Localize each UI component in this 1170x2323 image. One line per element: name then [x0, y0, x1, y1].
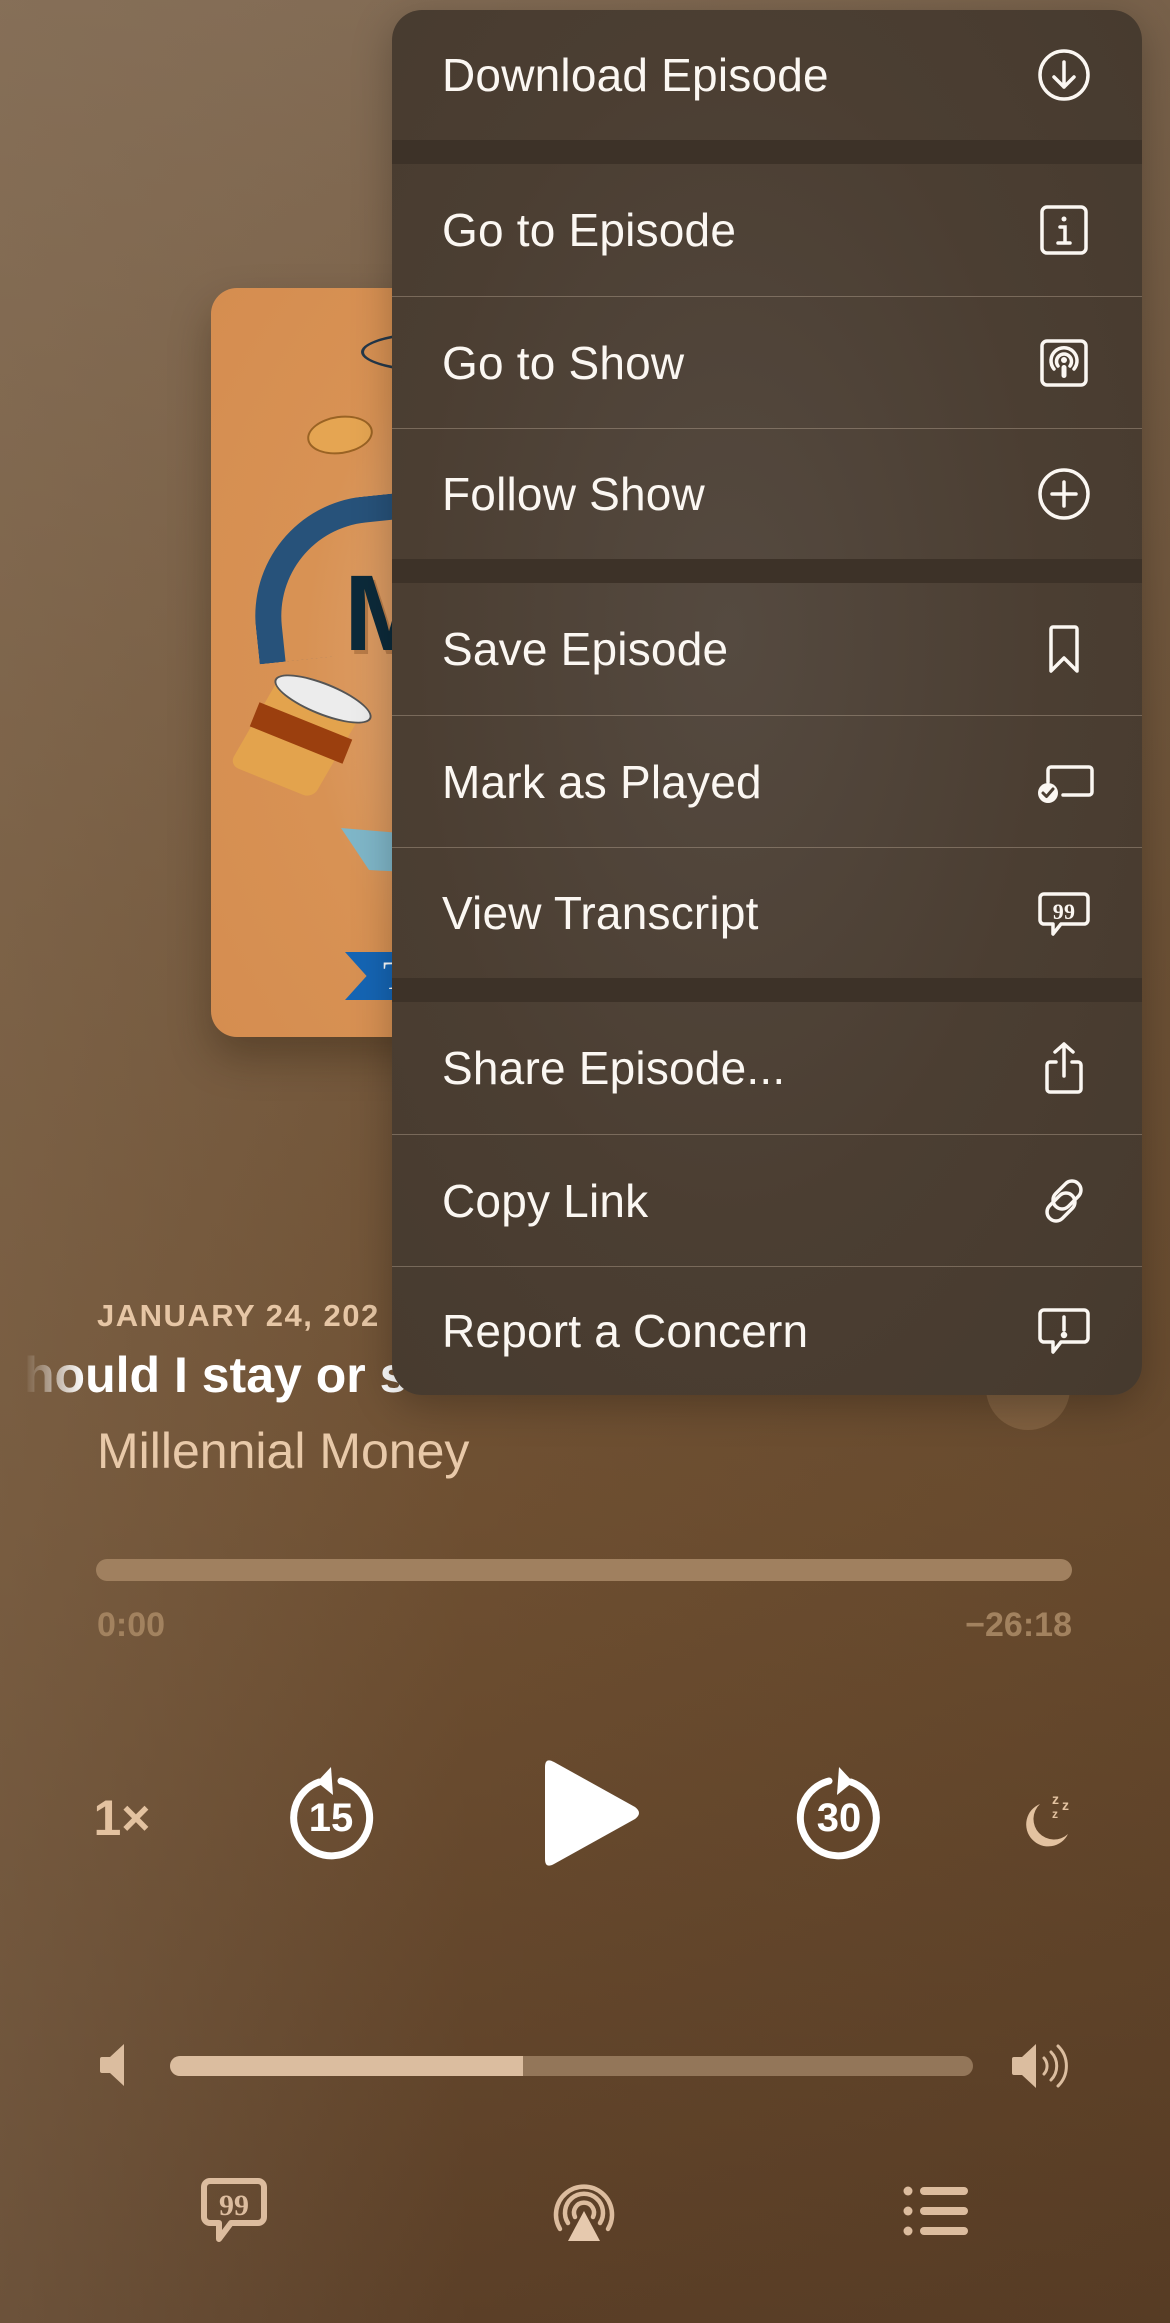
exclamation-bubble-icon — [1036, 1303, 1092, 1359]
bookmark-icon — [1036, 621, 1092, 677]
svg-text:z: z — [1052, 1807, 1058, 1821]
skip-forward-button[interactable]: 30 — [789, 1765, 889, 1865]
menu-item-go-to-episode[interactable]: Go to Episode — [392, 164, 1142, 296]
svg-text:15: 15 — [309, 1796, 354, 1840]
menu-item-copy-link[interactable]: Copy Link — [392, 1134, 1142, 1266]
svg-text:z: z — [1052, 1791, 1059, 1807]
menu-item-label: Follow Show — [442, 468, 705, 520]
volume-slider[interactable] — [170, 2056, 973, 2076]
episode-title: hould I stay or sh — [24, 1347, 420, 1403]
info-square-icon — [1036, 202, 1092, 258]
download-circle-icon — [1036, 47, 1092, 103]
quote-bubble-icon: 99 — [201, 2178, 267, 2242]
svg-text:99: 99 — [1053, 899, 1075, 924]
menu-item-label: Save Episode — [442, 623, 729, 675]
show-name-link[interactable]: Millennial Money — [97, 1422, 469, 1480]
context-menu: Download Episode Go to Episode Go to Sho… — [392, 10, 1142, 1395]
share-icon — [1036, 1040, 1092, 1096]
menu-item-report-concern[interactable]: Report a Concern — [392, 1266, 1142, 1395]
menu-item-label: Share Episode... — [442, 1042, 786, 1094]
mark-played-icon — [1036, 754, 1094, 810]
quote-bubble-icon: 99 — [1036, 885, 1092, 941]
sleep-timer-button[interactable]: z z z — [1018, 1786, 1082, 1850]
menu-item-label: Mark as Played — [442, 755, 762, 808]
menu-section-separator — [392, 559, 1142, 583]
link-icon — [1036, 1173, 1092, 1229]
remaining-time: −26:18 — [965, 1606, 1072, 1644]
menu-item-label: Go to Show — [442, 336, 685, 389]
menu-item-save-episode[interactable]: Save Episode — [392, 583, 1142, 715]
list-icon — [903, 2186, 968, 2236]
moon-zzz-icon: z z z — [1026, 1791, 1069, 1847]
menu-item-download-episode[interactable]: Download Episode — [392, 10, 1142, 140]
podcast-square-icon — [1036, 335, 1092, 391]
play-icon — [545, 1760, 639, 1866]
menu-item-label: Go to Episode — [442, 204, 737, 256]
playback-speed-button[interactable]: 1× — [82, 1786, 162, 1850]
transcript-button[interactable]: 99 — [198, 2175, 270, 2247]
menu-item-share-episode[interactable]: Share Episode... — [392, 1002, 1142, 1134]
plus-circle-icon — [1036, 466, 1092, 522]
skip-forward-30-icon: 30 — [796, 1767, 880, 1860]
menu-section-separator — [392, 140, 1142, 164]
volume-low-icon — [100, 2044, 124, 2086]
skip-back-15-icon: 15 — [290, 1767, 374, 1860]
volume-high-icon — [1012, 2044, 1068, 2088]
menu-item-mark-as-played[interactable]: Mark as Played — [392, 715, 1142, 847]
playback-scrubber[interactable] — [96, 1559, 1072, 1581]
menu-item-follow-show[interactable]: Follow Show — [392, 428, 1142, 559]
svg-text:99: 99 — [219, 2189, 249, 2222]
queue-button[interactable] — [900, 2175, 972, 2247]
episode-date: JANUARY 24, 202 — [97, 1298, 380, 1333]
svg-text:z: z — [1062, 1797, 1069, 1813]
menu-item-view-transcript[interactable]: View Transcript 99 — [392, 847, 1142, 978]
artwork-coin-shape — [304, 411, 376, 459]
svg-text:30: 30 — [817, 1796, 862, 1840]
elapsed-time: 0:00 — [97, 1606, 166, 1644]
menu-item-label: Report a Concern — [442, 1305, 809, 1357]
skip-back-button[interactable]: 15 — [281, 1765, 381, 1865]
menu-item-go-to-show[interactable]: Go to Show — [392, 296, 1142, 428]
play-button[interactable] — [535, 1755, 645, 1871]
menu-item-label: Download Episode — [442, 49, 829, 101]
menu-item-label: View Transcript — [442, 887, 759, 939]
volume-level-fill — [170, 2056, 524, 2076]
episode-title-container: hould I stay or sh — [0, 1346, 420, 1412]
menu-item-label: Copy Link — [442, 1174, 649, 1227]
airplay-button[interactable] — [548, 2175, 620, 2247]
menu-section-separator — [392, 978, 1142, 1002]
airplay-audio-icon — [553, 2184, 615, 2241]
